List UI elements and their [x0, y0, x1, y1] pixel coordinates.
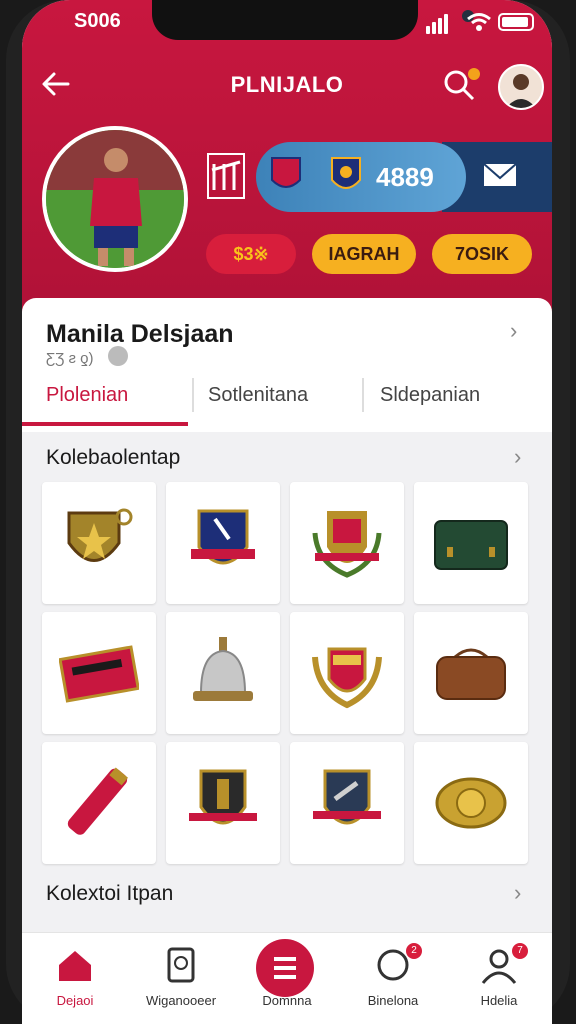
wifi-icon: [467, 13, 491, 31]
player-photo: [42, 126, 188, 272]
nav-label: Hdelia: [480, 993, 518, 1008]
tab-details[interactable]: Sldepanian: [380, 384, 480, 407]
nav-label: Binelona: [367, 993, 419, 1008]
status-time: S006: [74, 10, 121, 32]
score-value: 4889: [376, 162, 434, 192]
tab-statistics[interactable]: Sotlenitana: [208, 384, 308, 407]
club-crest-icon[interactable]: [166, 482, 280, 604]
tab-profile[interactable]: Plolenian: [46, 384, 128, 407]
notification-badge: 2: [406, 943, 422, 959]
mail-icon[interactable]: [482, 160, 518, 190]
laurel-crest-icon[interactable]: [290, 612, 404, 734]
club-badge-icon: [207, 153, 245, 199]
chevron-right-icon[interactable]: ›: [514, 880, 521, 906]
scarf-roll-icon[interactable]: [42, 742, 156, 864]
profile-name: Manila Delsjaan: [46, 320, 234, 348]
nav-label: Domnna: [262, 993, 312, 1008]
coins-chip[interactable]: $3※: [206, 234, 296, 274]
info-icon: [108, 346, 128, 366]
pendant-shield-icon[interactable]: [42, 482, 156, 604]
nav-label: Dejaoi: [56, 993, 94, 1008]
chevron-right-icon[interactable]: ›: [514, 444, 521, 470]
bell-trophy-icon[interactable]: [166, 612, 280, 734]
tab-divider: [192, 378, 194, 412]
lion-crest-icon: [331, 157, 361, 189]
home-icon: [59, 951, 91, 981]
nav-profile[interactable]: 7 Hdelia: [446, 933, 552, 1024]
nav-home[interactable]: Dejaoi: [22, 933, 128, 1024]
flag-banner-icon[interactable]: [42, 612, 156, 734]
gold-emblem-icon[interactable]: [414, 742, 528, 864]
wreath-crest-icon[interactable]: [290, 482, 404, 604]
points-chip[interactable]: 7OSIK: [432, 234, 532, 274]
app-screen: S006 PLNIJALO 4889 $3※ IAGRAH 7OSIK Mani…: [22, 0, 552, 1024]
nav-center[interactable]: Domnna: [234, 933, 340, 1024]
collection-title: Kolebaolentap: [46, 446, 181, 469]
profile-card: Manila Delsjaan ƸƷ ƨ ƍ) › Plolenian Sotl…: [22, 298, 552, 432]
green-case-icon[interactable]: [414, 482, 528, 604]
bottom-navigation: Dejaoi Wiganooeer Domnna 2 Binelona 7 Hd…: [22, 932, 552, 1024]
nav-label: Wiganooeer: [145, 993, 217, 1008]
club-crest-small-icon: [271, 157, 301, 188]
profile-header: S006 PLNIJALO 4889 $3※ IAGRAH 7OSIK: [22, 0, 552, 320]
tablet-icon: [167, 947, 195, 983]
gold-crest-icon[interactable]: [166, 742, 280, 864]
chevron-right-icon[interactable]: ›: [510, 318, 517, 344]
user-avatar[interactable]: [498, 64, 544, 110]
brown-bag-icon[interactable]: [414, 612, 528, 734]
profile-subtitle: ƸƷ ƨ ƍ): [46, 350, 94, 367]
notch: [152, 0, 474, 40]
active-tab-indicator: [22, 422, 188, 426]
score-pill: 4889: [256, 142, 466, 212]
tab-divider: [362, 378, 364, 412]
notification-badge: 7: [512, 943, 528, 959]
nav-tablet[interactable]: Wiganooeer: [128, 933, 234, 1024]
list-icon: [256, 939, 314, 997]
status-icons: [426, 12, 542, 34]
blue-crest-icon[interactable]: [290, 742, 404, 864]
notification-dot: [468, 68, 480, 80]
battery-icon: [498, 13, 534, 31]
rank-chip[interactable]: IAGRAH: [312, 234, 416, 274]
collection-title-2: Kolextoi Itpan: [46, 882, 174, 905]
nav-chat[interactable]: 2 Binelona: [340, 933, 446, 1024]
